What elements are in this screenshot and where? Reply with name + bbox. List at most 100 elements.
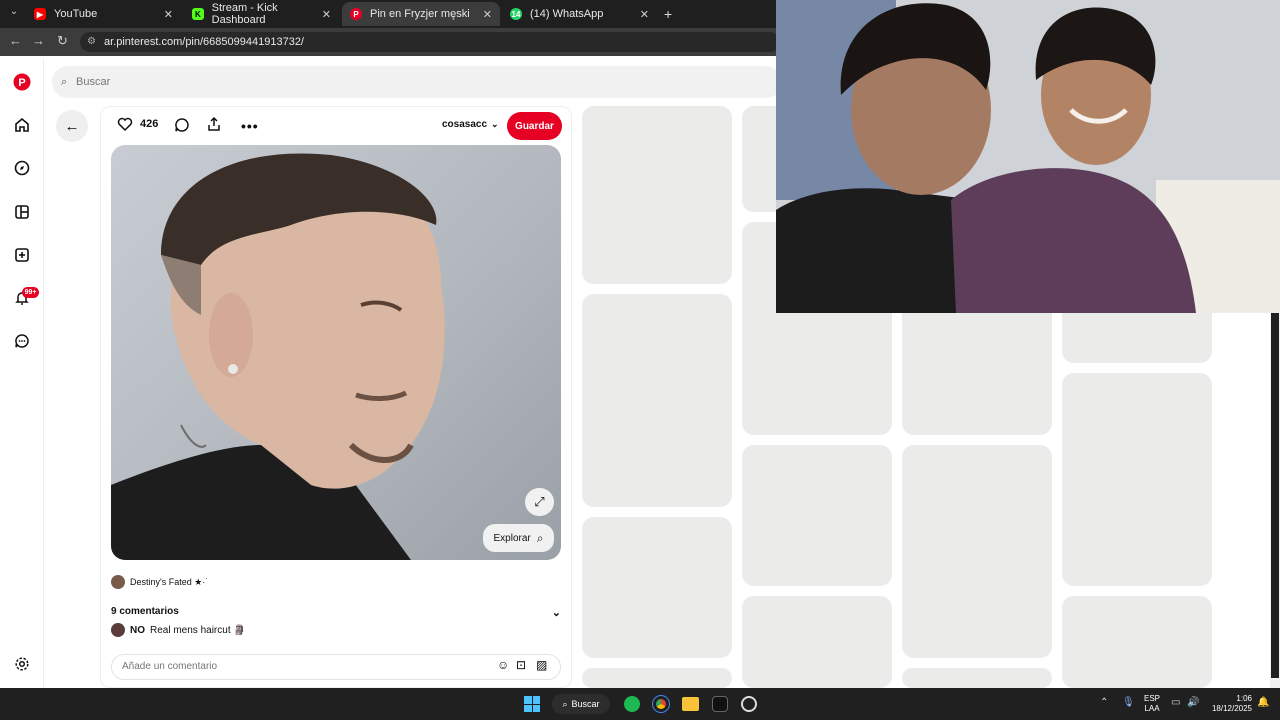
pin-author[interactable]: cosasacc ⌄: [442, 119, 499, 130]
comment-item: NO Real mens haircut 🗿: [111, 623, 246, 637]
spotify-icon[interactable]: [624, 696, 640, 712]
tab-list-button[interactable]: ⌄: [6, 6, 22, 22]
tab-label: Pin en Fryzjer męski: [370, 8, 470, 20]
tab-pinterest[interactable]: P Pin en Fryzjer męski ✕: [342, 2, 500, 26]
file-explorer-icon[interactable]: [682, 697, 699, 711]
settings-gear-icon[interactable]: [12, 654, 32, 674]
like-button[interactable]: 426: [117, 116, 158, 132]
expand-icon: ⤢: [534, 494, 545, 509]
network-icon[interactable]: ▭: [1171, 697, 1180, 708]
expand-image-button[interactable]: ⤢: [525, 488, 554, 516]
tray-chevron-icon[interactable]: ⌃: [1100, 697, 1108, 708]
close-icon[interactable]: ✕: [322, 8, 331, 21]
heart-icon: [117, 117, 133, 132]
chevron-down-icon: ⌄: [491, 119, 499, 129]
forward-icon[interactable]: →: [32, 33, 45, 48]
tab-whatsapp[interactable]: 14 (14) WhatsApp ✕: [502, 2, 657, 26]
uploader-row[interactable]: Destiny's Fated ★·˙: [111, 575, 208, 589]
taskbar-search-button[interactable]: ⌕ Buscar: [552, 694, 610, 714]
arrow-left-icon: ←: [64, 117, 80, 135]
home-icon[interactable]: [12, 115, 32, 135]
pin-image[interactable]: [111, 145, 561, 560]
new-tab-button[interactable]: +: [664, 6, 672, 22]
pinterest-icon: P: [350, 8, 362, 20]
obs-icon[interactable]: [741, 696, 757, 712]
emoji-icon[interactable]: ☺: [497, 658, 509, 672]
microphone-icon[interactable]: 🎙: [1122, 697, 1135, 708]
site-info-icon[interactable]: ⚙: [87, 32, 96, 52]
webcam-video: [776, 0, 1280, 313]
tab-label: Stream - Kick Dashboard: [211, 2, 278, 26]
tab-kick[interactable]: K Stream - Kick Dashboard ✕: [184, 2, 339, 26]
author-name: cosasacc: [442, 119, 488, 130]
avatar: [111, 623, 125, 637]
placeholder-tile: [742, 445, 892, 586]
scrollbar-thumb[interactable]: [1271, 313, 1279, 678]
clock[interactable]: 1:06 18/12/2025: [1206, 694, 1252, 714]
volume-icon[interactable]: 🔊: [1187, 697, 1199, 708]
notifications-badge: 99+: [22, 287, 39, 298]
placeholder-tile: [742, 596, 892, 688]
boards-icon[interactable]: [12, 202, 32, 222]
language-indicator[interactable]: ESP LAA: [1144, 694, 1160, 714]
add-comment-input[interactable]: Añade un comentario: [111, 654, 561, 680]
like-count: 426: [140, 118, 159, 130]
chevron-down-icon[interactable]: ⌄: [552, 606, 561, 619]
tab-youtube[interactable]: ▶ YouTube ✕: [26, 2, 181, 26]
comment-button[interactable]: [174, 117, 190, 138]
lens-search-icon: ⌕: [536, 530, 544, 545]
comment-icon: [175, 118, 189, 132]
share-button[interactable]: [206, 116, 222, 137]
placeholder-tile: [582, 517, 732, 658]
kick-icon: K: [192, 8, 204, 20]
haircut-photo: [111, 153, 445, 560]
app-icon[interactable]: [712, 696, 728, 712]
uploader-name: Destiny's Fated ★·˙: [130, 576, 209, 587]
comment-user[interactable]: NO: [130, 625, 145, 636]
url-text: ar.pinterest.com/pin/6685099441913732/: [104, 36, 304, 48]
image-upload-icon[interactable]: ▨: [536, 658, 547, 672]
clock-time: 1:06: [1236, 694, 1252, 703]
search-icon: ⌕: [61, 76, 68, 88]
sticker-icon[interactable]: ⊡: [516, 658, 526, 672]
share-icon: [208, 116, 220, 131]
taskbar-search-label: Buscar: [571, 699, 600, 709]
save-button[interactable]: Guardar: [507, 112, 562, 140]
comment-text: Real mens haircut 🗿: [150, 624, 246, 636]
explore-button[interactable]: Explorar ⌕: [483, 524, 554, 552]
back-icon[interactable]: ←: [9, 33, 22, 48]
svg-text:P: P: [18, 77, 25, 89]
explore-label: Explorar: [493, 532, 531, 544]
close-icon[interactable]: ✕: [483, 8, 492, 21]
placeholder-tile: [1062, 373, 1212, 586]
avatar: [111, 575, 125, 589]
scrollbar[interactable]: [1270, 313, 1280, 688]
reload-icon[interactable]: ↻: [57, 33, 68, 49]
comments-header[interactable]: 9 comentarios ⌄: [111, 606, 561, 619]
address-bar[interactable]: ⚙ ar.pinterest.com/pin/6685099441913732/: [80, 32, 780, 52]
close-icon[interactable]: ✕: [640, 8, 649, 21]
placeholder-tile: [582, 106, 732, 284]
notification-center-icon[interactable]: 🔔: [1257, 697, 1269, 708]
comments-count: 9 comentarios: [111, 606, 179, 617]
close-icon[interactable]: ✕: [164, 8, 173, 21]
more-options-button[interactable]: •••: [241, 118, 259, 134]
left-navigation-rail: [0, 58, 44, 688]
whatsapp-icon: 14: [510, 8, 522, 20]
youtube-icon: ▶: [34, 8, 46, 20]
placeholder-tile: [582, 668, 732, 688]
windows-start-icon[interactable]: [524, 696, 540, 712]
search-input[interactable]: ⌕ Buscar: [52, 66, 782, 98]
clock-date: 18/12/2025: [1211, 704, 1252, 713]
back-button[interactable]: ←: [56, 110, 88, 142]
create-icon[interactable]: [12, 245, 32, 265]
search-placeholder: Buscar: [76, 76, 111, 88]
messages-icon[interactable]: [12, 331, 32, 351]
chrome-icon[interactable]: [652, 695, 670, 713]
comment-placeholder: Añade un comentario: [122, 661, 218, 672]
pinterest-logo-icon[interactable]: P: [12, 72, 32, 92]
tab-label: (14) WhatsApp: [530, 8, 604, 20]
placeholder-tile: [1062, 596, 1212, 688]
ellipsis-icon: •••: [241, 118, 259, 134]
explore-compass-icon[interactable]: [12, 158, 32, 178]
